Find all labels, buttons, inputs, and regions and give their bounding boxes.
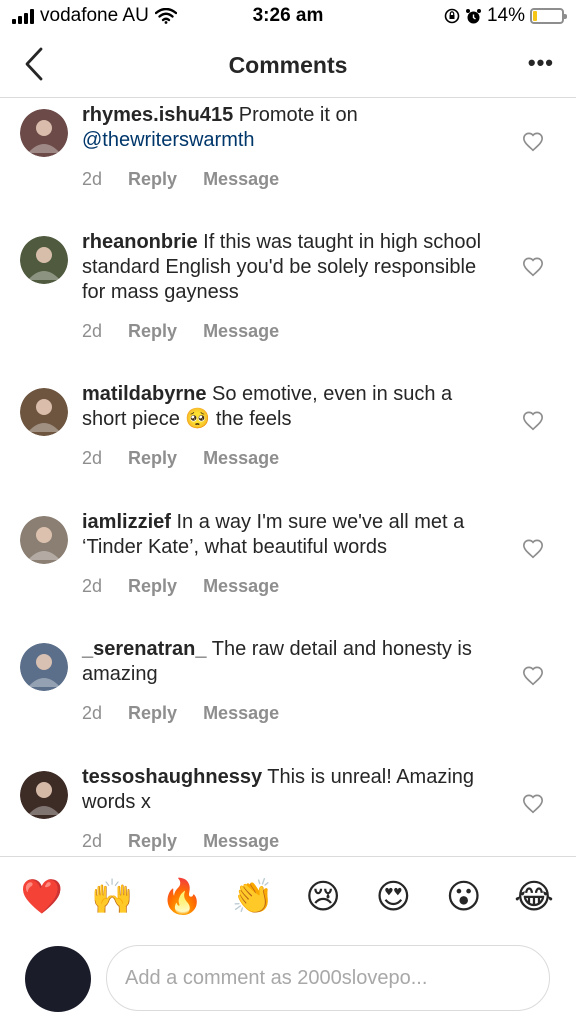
commenter-avatar[interactable] bbox=[20, 109, 68, 157]
comment-meta: 2d Reply Message bbox=[82, 576, 279, 597]
message-button[interactable]: Message bbox=[203, 321, 279, 342]
crying-emoji[interactable]: 😢 bbox=[301, 877, 345, 917]
reply-button[interactable]: Reply bbox=[128, 703, 177, 724]
commenter-avatar[interactable] bbox=[20, 236, 68, 284]
message-button[interactable]: Message bbox=[203, 576, 279, 597]
message-button[interactable]: Message bbox=[203, 831, 279, 852]
surprised-emoji[interactable]: 😮 bbox=[442, 877, 486, 917]
comment-username[interactable]: rheanonbrie bbox=[82, 231, 198, 253]
comment-input[interactable] bbox=[106, 945, 550, 1011]
battery-icon bbox=[530, 8, 567, 24]
raised-hands-emoji[interactable]: 🙌 bbox=[90, 877, 134, 917]
reply-button[interactable]: Reply bbox=[128, 831, 177, 852]
more-options-button[interactable]: ••• bbox=[528, 50, 554, 76]
battery-percent: 14% bbox=[486, 5, 525, 26]
alarm-icon bbox=[465, 8, 481, 23]
comment-meta: 2d Reply Message bbox=[82, 321, 279, 342]
comment-age: 2d bbox=[82, 448, 103, 468]
page-title: Comments bbox=[228, 52, 348, 78]
comment-mention-link[interactable]: @thewriterswarmth bbox=[82, 129, 255, 151]
like-heart-icon[interactable] bbox=[522, 256, 544, 278]
like-heart-icon[interactable] bbox=[522, 793, 544, 815]
comment-age: 2d bbox=[82, 831, 103, 851]
comment-item: _serenatran_ The raw detail and honesty … bbox=[0, 638, 576, 763]
header: Comments ••• bbox=[0, 34, 576, 98]
comment-age: 2d bbox=[82, 703, 103, 723]
reply-button[interactable]: Reply bbox=[128, 169, 177, 190]
status-bar: vodafone AU 3:26 am 14% bbox=[0, 0, 576, 34]
comment-item: matildabyrne So emotive, even in such a … bbox=[0, 383, 576, 508]
commenter-avatar[interactable] bbox=[20, 771, 68, 819]
comment-item: tessoshaughnessy This is unreal! Amazing… bbox=[0, 766, 576, 855]
fire-emoji[interactable]: 🔥 bbox=[161, 877, 205, 917]
message-button[interactable]: Message bbox=[203, 703, 279, 724]
comment-age: 2d bbox=[82, 576, 103, 596]
status-right: 14% bbox=[444, 5, 567, 27]
emoji-reaction-bar: ❤️ 🙌 🔥 👏 😢 😍 😮 😂 bbox=[0, 856, 576, 936]
comment-composer bbox=[0, 940, 576, 1020]
comment-username[interactable]: iamlizzief bbox=[82, 511, 171, 533]
comment-text: _serenatran_ The raw detail and honesty … bbox=[82, 637, 502, 687]
comment-username[interactable]: tessoshaughnessy bbox=[82, 766, 262, 788]
comment-age: 2d bbox=[82, 169, 103, 189]
comment-username[interactable]: rhymes.ishu415 bbox=[82, 104, 233, 126]
comment-text: tessoshaughnessy This is unreal! Amazing… bbox=[82, 765, 502, 815]
comment-age: 2d bbox=[82, 321, 103, 341]
comment-text: matildabyrne So emotive, even in such a … bbox=[82, 382, 502, 432]
battery-level bbox=[533, 11, 537, 21]
comment-text: rheanonbrie If this was taught in high s… bbox=[82, 230, 502, 305]
comment-text: rhymes.ishu415 Promote it on @thewriters… bbox=[82, 103, 502, 153]
comment-meta: 2d Reply Message bbox=[82, 169, 279, 190]
comment-meta: 2d Reply Message bbox=[82, 448, 279, 469]
commenter-avatar[interactable] bbox=[20, 643, 68, 691]
like-heart-icon[interactable] bbox=[522, 665, 544, 687]
commenter-avatar[interactable] bbox=[20, 388, 68, 436]
like-heart-icon[interactable] bbox=[522, 131, 544, 153]
clapping-emoji[interactable]: 👏 bbox=[231, 877, 275, 917]
screen-lock-icon bbox=[444, 8, 460, 24]
reply-button[interactable]: Reply bbox=[128, 321, 177, 342]
like-heart-icon[interactable] bbox=[522, 538, 544, 560]
comment-meta: 2d Reply Message bbox=[82, 831, 279, 852]
comment-text: iamlizzief In a way I'm sure we've all m… bbox=[82, 510, 502, 560]
comment-username[interactable]: _serenatran_ bbox=[82, 638, 207, 660]
message-button[interactable]: Message bbox=[203, 169, 279, 190]
commenter-avatar[interactable] bbox=[20, 516, 68, 564]
my-avatar bbox=[25, 946, 91, 1012]
message-button[interactable]: Message bbox=[203, 448, 279, 469]
comment-item: rhymes.ishu415 Promote it on @thewriters… bbox=[0, 104, 576, 229]
comment-item: rheanonbrie If this was taught in high s… bbox=[0, 231, 576, 356]
reply-button[interactable]: Reply bbox=[128, 448, 177, 469]
comment-username[interactable]: matildabyrne bbox=[82, 383, 206, 405]
comment-meta: 2d Reply Message bbox=[82, 703, 279, 724]
comment-content: Promote it on bbox=[233, 104, 358, 126]
laughing-emoji[interactable]: 😂 bbox=[512, 877, 556, 917]
like-heart-icon[interactable] bbox=[522, 410, 544, 432]
comment-item: iamlizzief In a way I'm sure we've all m… bbox=[0, 511, 576, 636]
reply-button[interactable]: Reply bbox=[128, 576, 177, 597]
heart-eyes-emoji[interactable]: 😍 bbox=[371, 877, 415, 917]
comment-list: rhymes.ishu415 Promote it on @thewriters… bbox=[0, 99, 576, 855]
heart-emoji[interactable]: ❤️ bbox=[20, 877, 64, 917]
